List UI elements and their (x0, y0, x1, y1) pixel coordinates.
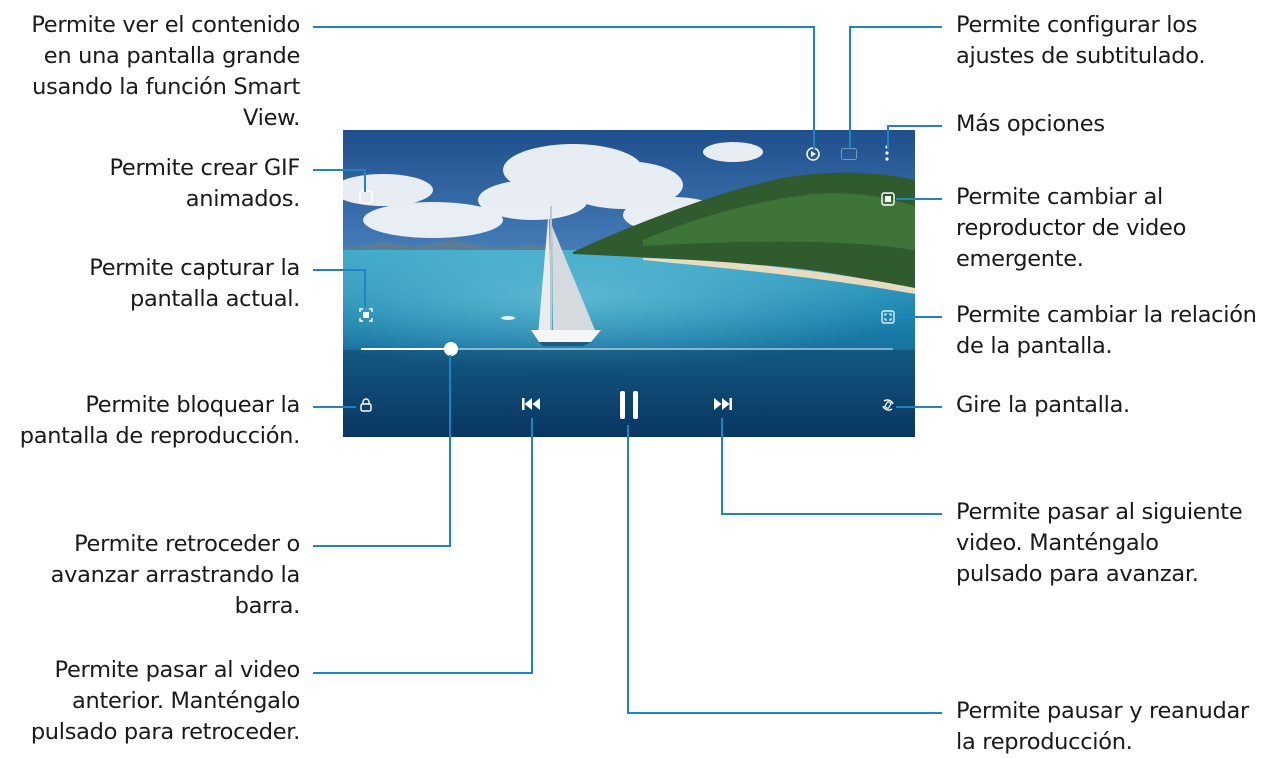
line-seek-v (449, 355, 451, 547)
line-previous-h (313, 672, 533, 674)
previous-icon[interactable] (521, 396, 541, 412)
line-subtitles-h (849, 26, 942, 28)
line-pause-v (627, 425, 629, 714)
pause-icon[interactable] (618, 390, 640, 420)
callout-popup: Permite cambiar al reproductor de video … (956, 184, 1187, 272)
line-rotate-h (896, 406, 942, 408)
line-more-h (887, 125, 942, 127)
line-next-v (721, 418, 723, 515)
callout-seek: Permite retroceder o avanzar arrastrando… (50, 531, 301, 619)
callout-ratio: Permite cambiar la relación de la pantal… (956, 302, 1257, 359)
callout-previous: Permite pasar al video anterior. Manténg… (30, 657, 300, 745)
line-previous-v (531, 418, 533, 674)
callout-subtitles: Permite configurar los ajustes de subtit… (956, 12, 1206, 69)
gif-icon[interactable] (359, 190, 373, 204)
capture-icon[interactable] (359, 308, 373, 322)
callout-smart-view: Permite ver el contenido en una pantalla… (31, 12, 300, 131)
line-gif-h (313, 169, 366, 171)
callout-rotate: Gire la pantalla. (956, 392, 1130, 418)
line-pause-h (629, 712, 942, 714)
seek-bar-progress (361, 348, 452, 350)
line-ratio-h (896, 316, 942, 318)
screen-ratio-icon[interactable] (881, 310, 895, 324)
rotate-icon[interactable] (881, 398, 895, 412)
line-smart-view-v (813, 26, 815, 150)
line-seek-h (313, 545, 451, 547)
line-smart-view-h (313, 26, 815, 28)
next-icon[interactable] (713, 396, 733, 412)
line-capture-h (313, 269, 366, 271)
line-popup-h (896, 198, 942, 200)
line-subtitles-v (849, 26, 851, 150)
line-lock-h (313, 406, 356, 408)
lock-icon[interactable] (360, 398, 372, 412)
video-player (343, 130, 915, 437)
line-capture-v (364, 269, 366, 307)
callout-capture: Permite capturar la pantalla actual. (89, 255, 300, 312)
line-gif-v (364, 169, 366, 192)
line-more-v (887, 125, 889, 149)
callout-pause: Permite pausar y reanudar la reproducció… (956, 698, 1249, 755)
callout-lock: Permite bloquear la pantalla de reproduc… (19, 392, 301, 449)
callout-more: Más opciones (956, 111, 1105, 137)
popup-player-icon[interactable] (881, 192, 895, 206)
callout-next: Permite pasar al siguiente video. Mantén… (956, 499, 1243, 587)
callout-gif: Permite crear GIF animados. (109, 155, 300, 212)
line-next-h (721, 513, 942, 515)
